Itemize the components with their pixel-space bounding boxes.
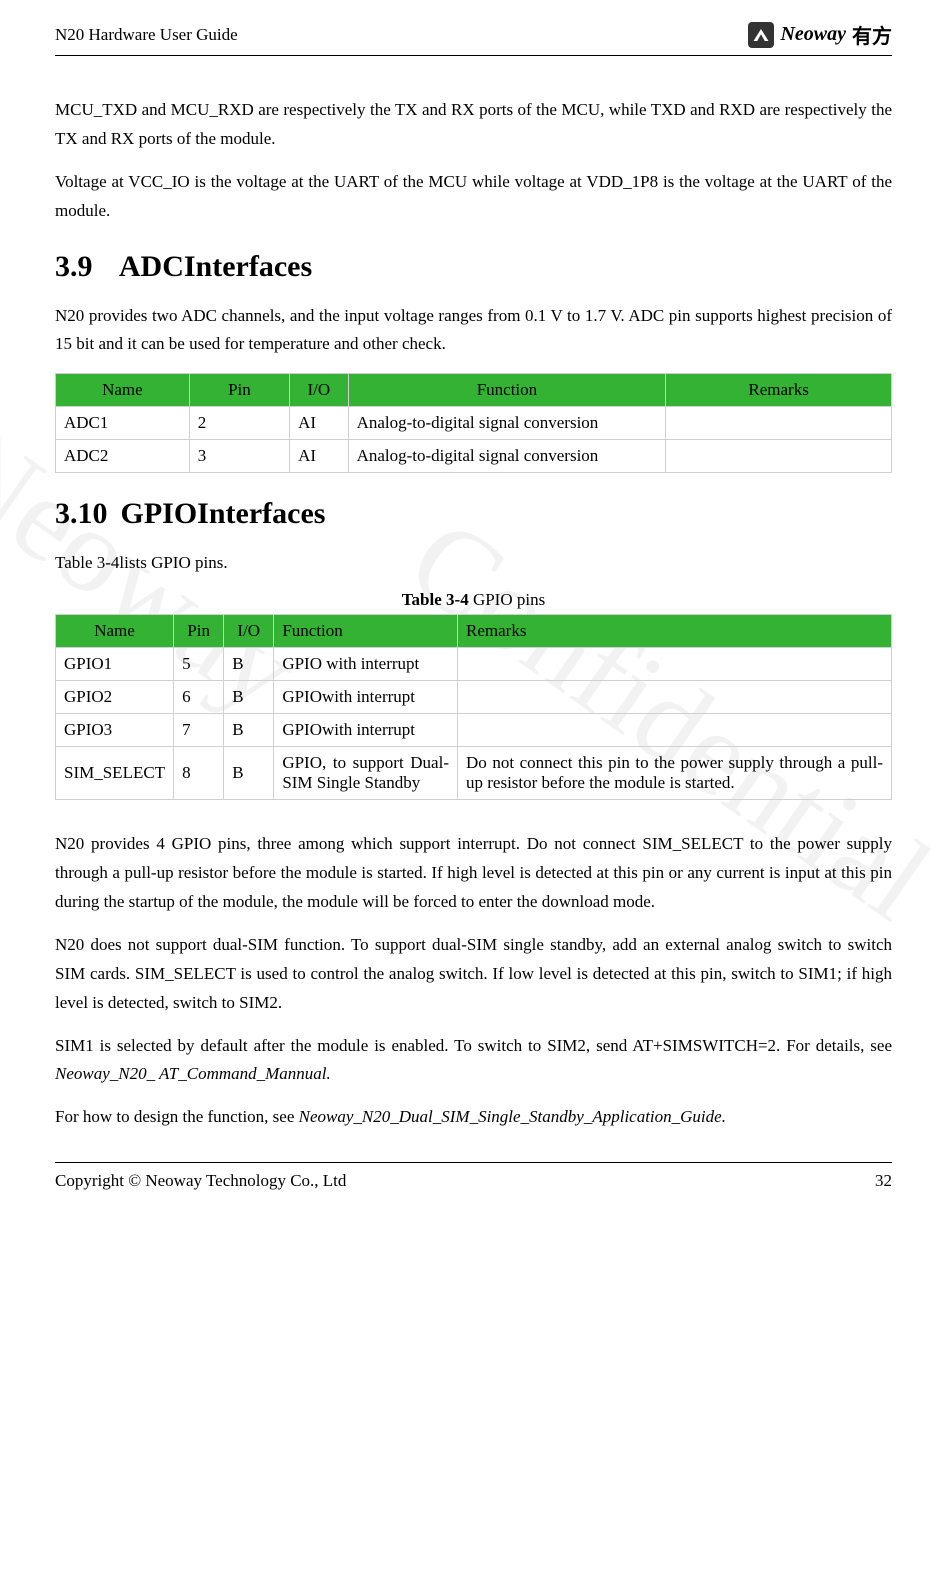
caption-bold: Table 3-4 bbox=[402, 590, 469, 609]
cell-io: B bbox=[224, 648, 274, 681]
th-pin: Pin bbox=[174, 615, 224, 648]
text: SIM1 is selected by default after the mo… bbox=[55, 1036, 892, 1055]
th-pin: Pin bbox=[189, 374, 289, 407]
gpio-table: Name Pin I/O Function Remarks GPIO1 5 B … bbox=[55, 614, 892, 800]
cell-io: AI bbox=[290, 440, 349, 473]
table-row: GPIO1 5 B GPIO with interrupt bbox=[56, 648, 892, 681]
table-row: SIM_SELECT 8 B GPIO, to support Dual-SIM… bbox=[56, 747, 892, 800]
table-row: GPIO2 6 B GPIOwith interrupt bbox=[56, 681, 892, 714]
cell-io: AI bbox=[290, 407, 349, 440]
cell-rem: Do not connect this pin to the power sup… bbox=[458, 747, 892, 800]
cell-io: B bbox=[224, 747, 274, 800]
cell-rem bbox=[458, 648, 892, 681]
th-func: Function bbox=[348, 374, 666, 407]
logo-icon bbox=[748, 22, 774, 48]
caption-rest: GPIO pins bbox=[469, 590, 546, 609]
footer-copyright: Copyright © Neoway Technology Co., Ltd bbox=[55, 1171, 346, 1191]
th-rem: Remarks bbox=[666, 374, 892, 407]
table-row: ADC1 2 AI Analog-to-digital signal conve… bbox=[56, 407, 892, 440]
th-io: I/O bbox=[290, 374, 349, 407]
section-number: 3.10 bbox=[55, 497, 113, 531]
paragraph: MCU_TXD and MCU_RXD are respectively the… bbox=[55, 96, 892, 154]
cell-rem bbox=[666, 407, 892, 440]
cell-name: ADC1 bbox=[56, 407, 190, 440]
adc-table: Name Pin I/O Function Remarks ADC1 2 AI … bbox=[55, 373, 892, 473]
cell-func: GPIOwith interrupt bbox=[274, 714, 458, 747]
logo-cn: 有方 bbox=[852, 20, 892, 49]
logo-text: Neoway bbox=[780, 23, 846, 46]
paragraph: SIM1 is selected by default after the mo… bbox=[55, 1032, 892, 1090]
paragraph: N20 provides two ADC channels, and the i… bbox=[55, 302, 892, 360]
page-header: N20 Hardware User Guide Neoway 有方 bbox=[55, 20, 892, 56]
cell-rem bbox=[458, 681, 892, 714]
cell-func: Analog-to-digital signal conversion bbox=[348, 440, 666, 473]
section-title: ADCInterfaces bbox=[119, 250, 312, 283]
cell-pin: 8 bbox=[174, 747, 224, 800]
cell-name: GPIO3 bbox=[56, 714, 174, 747]
reference-italic: Neoway_N20_Dual_SIM_Single_Standby_Appli… bbox=[299, 1107, 726, 1126]
paragraph: For how to design the function, see Neow… bbox=[55, 1103, 892, 1132]
logo: Neoway 有方 bbox=[748, 20, 892, 49]
page-footer: Copyright © Neoway Technology Co., Ltd 3… bbox=[55, 1162, 892, 1191]
table-row: GPIO3 7 B GPIOwith interrupt bbox=[56, 714, 892, 747]
th-name: Name bbox=[56, 374, 190, 407]
cell-pin: 7 bbox=[174, 714, 224, 747]
cell-pin: 2 bbox=[189, 407, 289, 440]
th-rem: Remarks bbox=[458, 615, 892, 648]
cell-name: GPIO1 bbox=[56, 648, 174, 681]
th-name: Name bbox=[56, 615, 174, 648]
reference-italic: Neoway_N20_ AT_Command_Mannual. bbox=[55, 1064, 331, 1083]
cell-func: GPIOwith interrupt bbox=[274, 681, 458, 714]
cell-func: Analog-to-digital signal conversion bbox=[348, 407, 666, 440]
cell-io: B bbox=[224, 681, 274, 714]
paragraph: Voltage at VCC_IO is the voltage at the … bbox=[55, 168, 892, 226]
paragraph: Table 3-4lists GPIO pins. bbox=[55, 549, 892, 578]
section-title: GPIOInterfaces bbox=[121, 497, 326, 530]
paragraph: N20 does not support dual-SIM function. … bbox=[55, 931, 892, 1018]
cell-rem bbox=[666, 440, 892, 473]
cell-pin: 5 bbox=[174, 648, 224, 681]
section-heading-3-10: 3.10 GPIOInterfaces bbox=[55, 497, 892, 531]
th-io: I/O bbox=[224, 615, 274, 648]
cell-pin: 3 bbox=[189, 440, 289, 473]
header-title: N20 Hardware User Guide bbox=[55, 25, 238, 45]
section-number: 3.9 bbox=[55, 250, 113, 284]
text: For how to design the function, see bbox=[55, 1107, 299, 1126]
table-row: ADC2 3 AI Analog-to-digital signal conve… bbox=[56, 440, 892, 473]
paragraph: N20 provides 4 GPIO pins, three among wh… bbox=[55, 830, 892, 917]
cell-func: GPIO, to support Dual-SIM Single Standby bbox=[274, 747, 458, 800]
table-caption: Table 3-4 GPIO pins bbox=[55, 590, 892, 610]
cell-name: ADC2 bbox=[56, 440, 190, 473]
cell-name: GPIO2 bbox=[56, 681, 174, 714]
cell-func: GPIO with interrupt bbox=[274, 648, 458, 681]
th-func: Function bbox=[274, 615, 458, 648]
cell-io: B bbox=[224, 714, 274, 747]
cell-rem bbox=[458, 714, 892, 747]
cell-pin: 6 bbox=[174, 681, 224, 714]
cell-name: SIM_SELECT bbox=[56, 747, 174, 800]
footer-page-number: 32 bbox=[875, 1171, 892, 1191]
section-heading-3-9: 3.9 ADCInterfaces bbox=[55, 250, 892, 284]
